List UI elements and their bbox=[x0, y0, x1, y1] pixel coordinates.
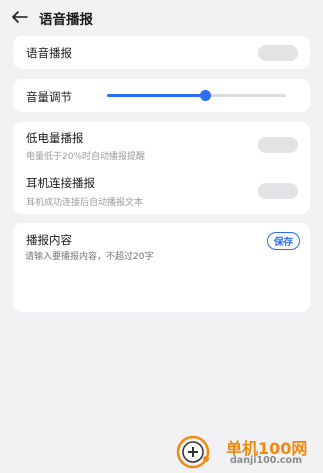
page-title: 语音播报 bbox=[39, 12, 93, 28]
low-battery-label: 低电量播报 bbox=[26, 131, 84, 145]
broadcast-content-input[interactable] bbox=[25, 249, 295, 304]
watermark-url: danji100.com bbox=[230, 455, 302, 466]
low-battery-toggle[interactable] bbox=[258, 137, 298, 153]
watermark: 单机100网 danji100.com bbox=[172, 433, 323, 473]
top-bar: 语音播报 bbox=[0, 0, 323, 34]
broadcast-content-card: 播报内容 保存 bbox=[13, 223, 310, 312]
low-battery-description: 电量低于20%时自动播报提醒 bbox=[26, 152, 146, 162]
save-button[interactable]: 保存 bbox=[266, 232, 300, 250]
volume-label: 音量调节 bbox=[26, 90, 72, 104]
volume-slider-thumb[interactable] bbox=[200, 90, 212, 101]
back-arrow-icon[interactable] bbox=[10, 7, 30, 27]
volume-slider[interactable] bbox=[107, 90, 286, 101]
earphone-description: 耳机成功连接后自动播报文本 bbox=[26, 198, 144, 208]
voice-broadcast-card: 语音播报 bbox=[13, 36, 310, 69]
volume-card: 音量调节 bbox=[13, 79, 310, 112]
broadcast-content-label: 播报内容 bbox=[26, 233, 72, 247]
watermark-logo-icon bbox=[176, 435, 210, 469]
broadcast-options-card: 低电量播报 电量低于20%时自动播报提醒 耳机连接播报 耳机成功连接后自动播报文… bbox=[13, 122, 310, 214]
earphone-label: 耳机连接播报 bbox=[26, 176, 95, 190]
voice-broadcast-label: 语音播报 bbox=[26, 46, 72, 60]
earphone-toggle[interactable] bbox=[258, 183, 298, 199]
voice-broadcast-toggle[interactable] bbox=[258, 45, 298, 61]
volume-slider-fill bbox=[107, 94, 206, 97]
